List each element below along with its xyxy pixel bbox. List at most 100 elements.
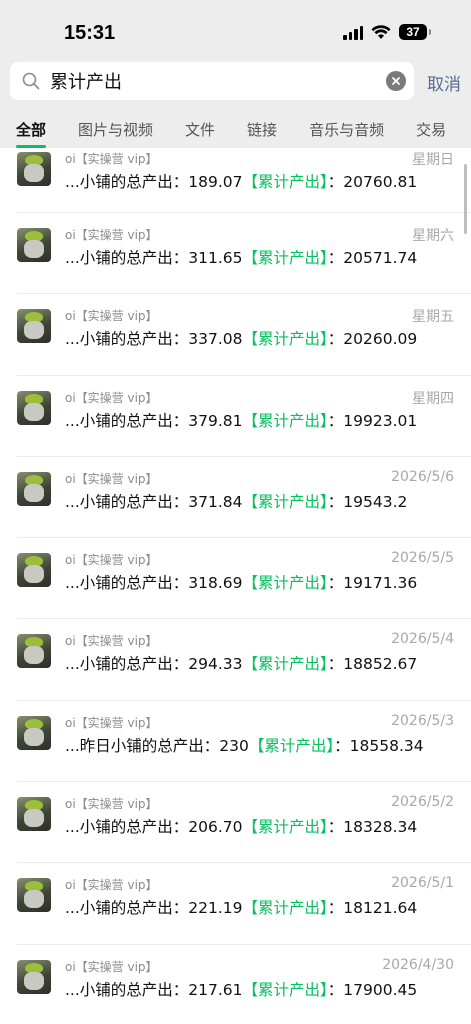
tab-2[interactable]: 文件 [169,112,231,148]
filter-tabs: 全部 图片与视频 文件 链接 音乐与音频 交易 [0,112,471,148]
result-date: 星期日 [412,152,454,168]
result-sender: oi【实操营 vip】 [65,878,158,893]
search-query: 累计产出 [50,72,122,93]
avatar [17,553,51,588]
message-prefix: ...小铺的总产出：206.70 [65,818,243,837]
tab-0[interactable]: 全部 [0,112,62,148]
tab-4[interactable]: 音乐与音频 [293,112,400,148]
result-sender: oi【实操营 vip】 [65,228,158,242]
avatar [17,634,51,669]
result-date: 2026/5/4 [391,631,454,648]
message-keyword-highlight: 【累计产出】 [242,980,328,999]
message-keyword-highlight: 【累计产出】 [242,655,328,674]
status-time: 15:31 [64,22,116,44]
result-row[interactable]: oi【实操营 vip】 星期六 ...小铺的总产出：311.65【累计产出】：205… [17,213,471,295]
message-suffix: ：17900.45 [327,980,418,999]
battery-icon: 37 [399,24,431,40]
result-message: ...小铺的总产出：221.19【累计产出】：18121.64 [65,896,417,918]
result-row[interactable]: oi【实操营 vip】 2026/5/4 ...小铺的总产出：294.33【累计产出… [17,619,471,701]
result-message: ...小铺的总产出：217.61【累计产出】：17900.45 [65,978,417,1000]
message-suffix: ：19923.01 [327,411,418,430]
result-message: ...小铺的总产出：189.07【累计产出】：20760.81 [65,170,417,192]
result-sender: oi【实操营 vip】 [65,797,158,812]
message-prefix: ...小铺的总产出：221.19 [65,899,243,918]
result-message: ...小铺的总产出：294.33【累计产出】：18852.67 [65,652,417,674]
result-message: ...小铺的总产出：311.65【累计产出】：20571.74 [65,246,417,268]
message-suffix: ：18558.34 [334,736,424,755]
message-keyword-highlight: 【累计产出】 [242,574,328,593]
scrollbar[interactable] [464,164,467,234]
search-bar: 累计产出 取消 [0,60,471,112]
wifi-icon [371,24,391,39]
result-row[interactable]: oi【实操营 vip】 2026/5/3 ...昨日小铺的总产出：230【累计产出】… [17,701,471,783]
result-sender: oi【实操营 vip】 [65,634,158,649]
message-suffix: ：18121.64 [327,899,418,918]
search-results-list: oi【实操营 vip】 星期日 ...小铺的总产出：189.07【累计产出】：207… [0,148,471,1024]
cancel-button[interactable]: 取消 [427,70,461,95]
message-prefix: ...小铺的总产出：294.33 [65,655,243,674]
avatar [17,228,51,262]
result-message: ...小铺的总产出：379.81【累计产出】：19923.01 [65,409,417,431]
result-message: ...小铺的总产出：318.69【累计产出】：19171.36 [65,571,417,593]
result-sender: oi【实操营 vip】 [65,715,158,730]
avatar [17,878,51,913]
tab-5[interactable]: 交易 [400,112,462,148]
message-suffix: ：18328.34 [327,818,418,837]
result-date: 2026/4/30 [382,956,454,973]
result-row[interactable]: oi【实操营 vip】 星期五 ...小铺的总产出：337.08【累计产出】：202… [17,294,471,376]
message-keyword-highlight: 【累计产出】 [242,818,328,837]
result-date: 2026/5/2 [391,794,454,811]
avatar [17,715,51,750]
avatar [17,797,51,832]
avatar [17,152,51,186]
message-prefix: ...小铺的总产出：189.07 [65,173,243,191]
result-message: ...小铺的总产出：371.84【累计产出】：19543.2 [65,490,407,512]
avatar [17,471,51,506]
tab-3[interactable]: 链接 [231,112,293,148]
message-prefix: ...小铺的总产出：379.81 [65,411,243,430]
result-date: 2026/5/6 [391,468,454,485]
avatar [17,390,51,425]
message-keyword-highlight: 【累计产出】 [242,249,328,267]
result-date: 星期六 [412,228,454,244]
avatar [17,959,51,994]
message-keyword-highlight: 【累计产出】 [242,330,328,349]
result-date: 2026/5/5 [391,550,454,567]
message-suffix: ：20260.09 [327,330,418,349]
status-bar: 15:31 37 [0,0,471,60]
result-row[interactable]: oi【实操营 vip】 2026/5/1 ...小铺的总产出：221.19【累计产出… [17,863,471,945]
search-icon [22,72,40,90]
result-date: 2026/5/3 [391,712,454,729]
result-row[interactable]: oi【实操营 vip】 2026/4/30 ...小铺的总产出：217.61【累计产… [17,945,471,1024]
result-sender: oi【实操营 vip】 [65,390,158,405]
result-row[interactable]: oi【实操营 vip】 星期四 ...小铺的总产出：379.81【累计产出】：199… [17,376,471,457]
status-icons: 37 [343,24,431,40]
message-keyword-highlight: 【累计产出】 [248,736,335,755]
message-suffix: ：20571.74 [327,249,418,267]
result-message: ...昨日小铺的总产出：230【累计产出】：18558.34 [65,734,424,756]
result-sender: oi【实操营 vip】 [65,309,158,324]
result-row[interactable]: oi【实操营 vip】 2026/5/6 ...小铺的总产出：371.84【累计产出… [17,457,471,539]
result-date: 星期四 [412,390,454,407]
clear-icon[interactable] [386,71,406,91]
message-suffix: ：20760.81 [327,173,418,191]
message-keyword-highlight: 【累计产出】 [242,492,328,511]
message-prefix: ...小铺的总产出：217.61 [65,980,243,999]
message-prefix: ...昨日小铺的总产出：230 [65,736,249,755]
result-message: ...小铺的总产出：206.70【累计产出】：18328.34 [65,815,417,837]
result-message: ...小铺的总产出：337.08【累计产出】：20260.09 [65,327,417,349]
message-suffix: ：18852.67 [327,655,418,674]
message-suffix: ：19171.36 [327,574,418,593]
tab-1[interactable]: 图片与视频 [62,112,169,148]
result-row[interactable]: oi【实操营 vip】 2026/5/2 ...小铺的总产出：206.70【累计产出… [17,782,471,864]
message-prefix: ...小铺的总产出：337.08 [65,330,243,349]
result-date: 2026/5/1 [391,875,454,892]
result-row[interactable]: oi【实操营 vip】 星期日 ...小铺的总产出：189.07【累计产出】：207… [17,148,471,213]
message-keyword-highlight: 【累计产出】 [242,173,328,191]
result-date: 星期五 [412,309,454,326]
search-input[interactable]: 累计产出 [10,62,414,100]
message-prefix: ...小铺的总产出：371.84 [65,492,243,511]
result-row[interactable]: oi【实操营 vip】 2026/5/5 ...小铺的总产出：318.69【累计产出… [17,538,471,620]
message-prefix: ...小铺的总产出：318.69 [65,574,243,593]
avatar [17,309,51,344]
